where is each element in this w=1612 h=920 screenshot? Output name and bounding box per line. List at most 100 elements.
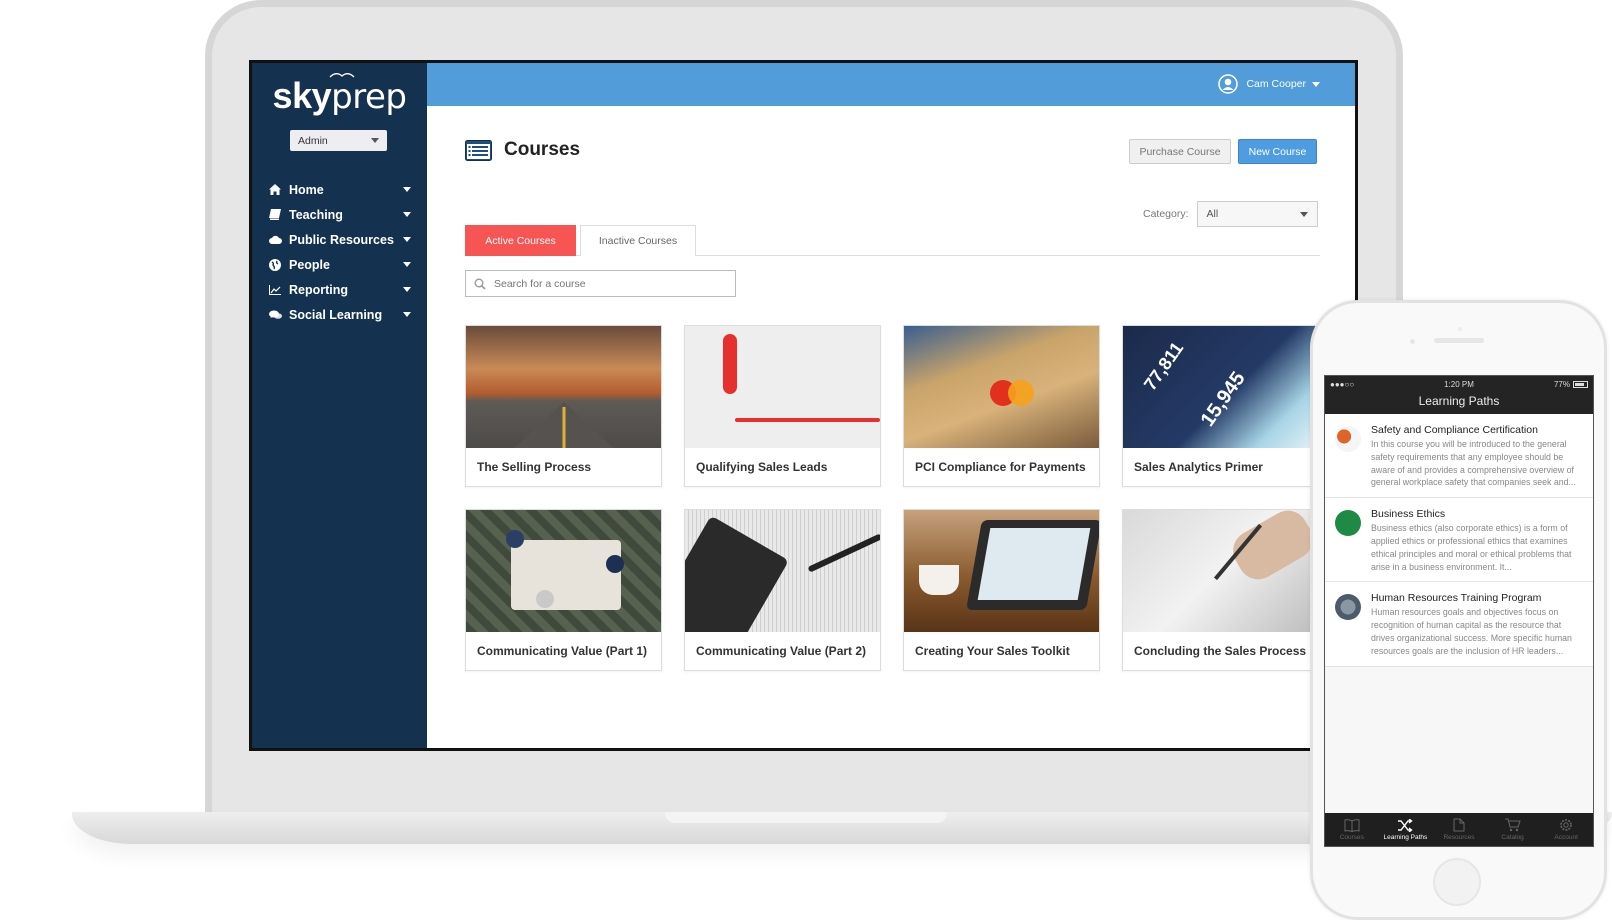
user-name: Cam Cooper (1246, 78, 1306, 90)
phone-status-bar: ●●●○○ 1:20 PM 77% (1325, 376, 1593, 392)
sidebar-item-social-learning[interactable]: Social Learning (252, 302, 427, 327)
sidebar-item-public-resources[interactable]: Public Resources (252, 227, 427, 252)
brand-logo[interactable]: skyprep (252, 75, 427, 117)
chevron-down-icon (1312, 81, 1320, 87)
sidebar-item-label: Social Learning (289, 307, 383, 322)
purchase-course-button[interactable]: Purchase Course (1129, 139, 1231, 164)
chevron-down-icon[interactable] (403, 312, 411, 317)
course-card[interactable]: Qualifying Sales Leads (684, 325, 881, 487)
phone-tab-label: Catalog (1501, 834, 1524, 841)
course-title: Creating Your Sales Toolkit (915, 644, 1070, 658)
search-icon (474, 278, 486, 290)
phone-frame: ●●●○○ 1:20 PM 77% Learning Paths Safety … (1310, 300, 1607, 920)
course-image-red-telephone (685, 326, 880, 448)
learning-path-thumbnail (1335, 426, 1361, 452)
home-icon (268, 183, 282, 197)
category-filter: Category: All (1143, 201, 1318, 227)
course-search[interactable] (465, 270, 736, 297)
sidebar-item-reporting[interactable]: Reporting (252, 277, 427, 302)
course-title: Sales Analytics Primer (1134, 460, 1263, 474)
laptop-notch (665, 812, 947, 823)
learning-paths-list: Safety and Compliance Certification In t… (1325, 414, 1593, 667)
chat-icon (268, 308, 282, 322)
learning-path-description: In this course you will be introduced to… (1371, 439, 1576, 488)
course-title: The Selling Process (477, 460, 592, 474)
course-list-icon (465, 139, 492, 161)
phone-screen: ●●●○○ 1:20 PM 77% Learning Paths Safety … (1324, 375, 1594, 847)
main-content: Courses Purchase Course New Course Categ… (427, 106, 1355, 748)
course-image-meeting-overhead (466, 510, 661, 632)
course-title: Communicating Value (Part 1) (477, 644, 648, 658)
search-input[interactable] (494, 277, 714, 290)
sidebar-item-home[interactable]: Home (252, 177, 427, 202)
course-image-credit-cards (904, 326, 1099, 448)
course-card[interactable]: 77,811 15,945 Sales Analytics Primer (1122, 325, 1319, 487)
new-course-button[interactable]: New Course (1238, 139, 1317, 164)
learning-path-thumbnail (1335, 594, 1361, 621)
user-menu[interactable]: Cam Cooper (1218, 74, 1320, 94)
chevron-down-icon[interactable] (403, 262, 411, 267)
page-header: Courses (465, 139, 580, 161)
battery-icon (1573, 380, 1588, 388)
course-card[interactable]: Communicating Value (Part 1) (465, 509, 662, 671)
category-label: Category: (1143, 208, 1189, 220)
category-select-value: All (1206, 208, 1219, 220)
sidebar-item-label: Public Resources (289, 232, 394, 247)
phone-tab-label: Resources (1443, 834, 1475, 841)
brand-logo-light: prep (331, 77, 407, 117)
cloud-icon (268, 233, 282, 247)
learning-path-description: Human resources goals and objectives foc… (1371, 607, 1572, 656)
chevron-down-icon (1299, 211, 1308, 217)
phone-nav-title: Learning Paths (1325, 392, 1593, 414)
laptop-screen: skyprep Admin Home Teaching Public Resou… (249, 60, 1358, 751)
phone-camera (1410, 339, 1415, 344)
course-image-signing-document (1123, 510, 1318, 632)
role-select[interactable]: Admin (290, 130, 387, 151)
sidebar-item-label: Teaching (289, 207, 343, 222)
chevron-down-icon[interactable] (403, 187, 411, 192)
sidebar: skyprep Admin Home Teaching Public Resou… (252, 63, 427, 748)
sidebar-item-people[interactable]: People (252, 252, 427, 277)
phone-speaker (1434, 338, 1484, 343)
globe-icon (268, 258, 282, 272)
chevron-down-icon[interactable] (403, 237, 411, 242)
chevron-down-icon[interactable] (403, 287, 411, 292)
course-card[interactable]: The Selling Process (465, 325, 662, 487)
course-card[interactable]: Communicating Value (Part 2) (684, 509, 881, 671)
tab-inactive-courses[interactable]: Inactive Courses (580, 225, 696, 256)
phone-tab-resources[interactable]: Resources (1432, 813, 1486, 846)
course-card[interactable]: Creating Your Sales Toolkit (903, 509, 1100, 671)
course-image-desert-road (466, 326, 661, 448)
course-title: PCI Compliance for Payments (915, 460, 1086, 474)
learning-path-item[interactable]: Safety and Compliance Certification In t… (1325, 414, 1593, 499)
phone-tab-label: Courses (1339, 833, 1364, 841)
phone-tab-catalog[interactable]: Catalog (1486, 813, 1540, 846)
chevron-down-icon (371, 138, 379, 143)
course-card[interactable]: PCI Compliance for Payments (903, 325, 1100, 487)
course-image-calculator-pen (685, 510, 880, 632)
course-image-analytics-screen: 77,811 15,945 (1123, 326, 1318, 448)
phone-tab-learning-paths[interactable]: Learning Paths (1379, 813, 1433, 846)
course-card[interactable]: Concluding the Sales Process (1122, 509, 1319, 671)
course-tabs: Active Courses Inactive Courses (465, 225, 1320, 256)
learning-path-title: Safety and Compliance Certification (1371, 424, 1538, 436)
open-book-icon (1344, 818, 1360, 832)
phone-tab-account[interactable]: Account (1539, 813, 1593, 846)
cart-icon (1504, 818, 1521, 832)
category-select[interactable]: All (1196, 201, 1318, 227)
page-title: Courses (504, 139, 581, 160)
phone-home-button[interactable] (1433, 858, 1481, 906)
book-icon (268, 208, 282, 222)
learning-path-item[interactable]: Human Resources Training Program Human r… (1325, 582, 1593, 667)
phone-tab-courses[interactable]: Courses (1325, 813, 1379, 846)
tab-active-courses[interactable]: Active Courses (465, 225, 576, 256)
role-select-value: Admin (298, 134, 328, 147)
learning-path-item[interactable]: Business Ethics Business ethics (also co… (1325, 498, 1593, 583)
gear-icon (1560, 819, 1572, 831)
top-bar: Cam Cooper (427, 63, 1355, 106)
phone-tab-label: Account (1554, 834, 1578, 841)
sidebar-nav: Home Teaching Public Resources People Re (252, 177, 427, 327)
course-image-tablet-coffee (904, 510, 1099, 632)
sidebar-item-teaching[interactable]: Teaching (252, 202, 427, 227)
chevron-down-icon[interactable] (403, 212, 411, 217)
